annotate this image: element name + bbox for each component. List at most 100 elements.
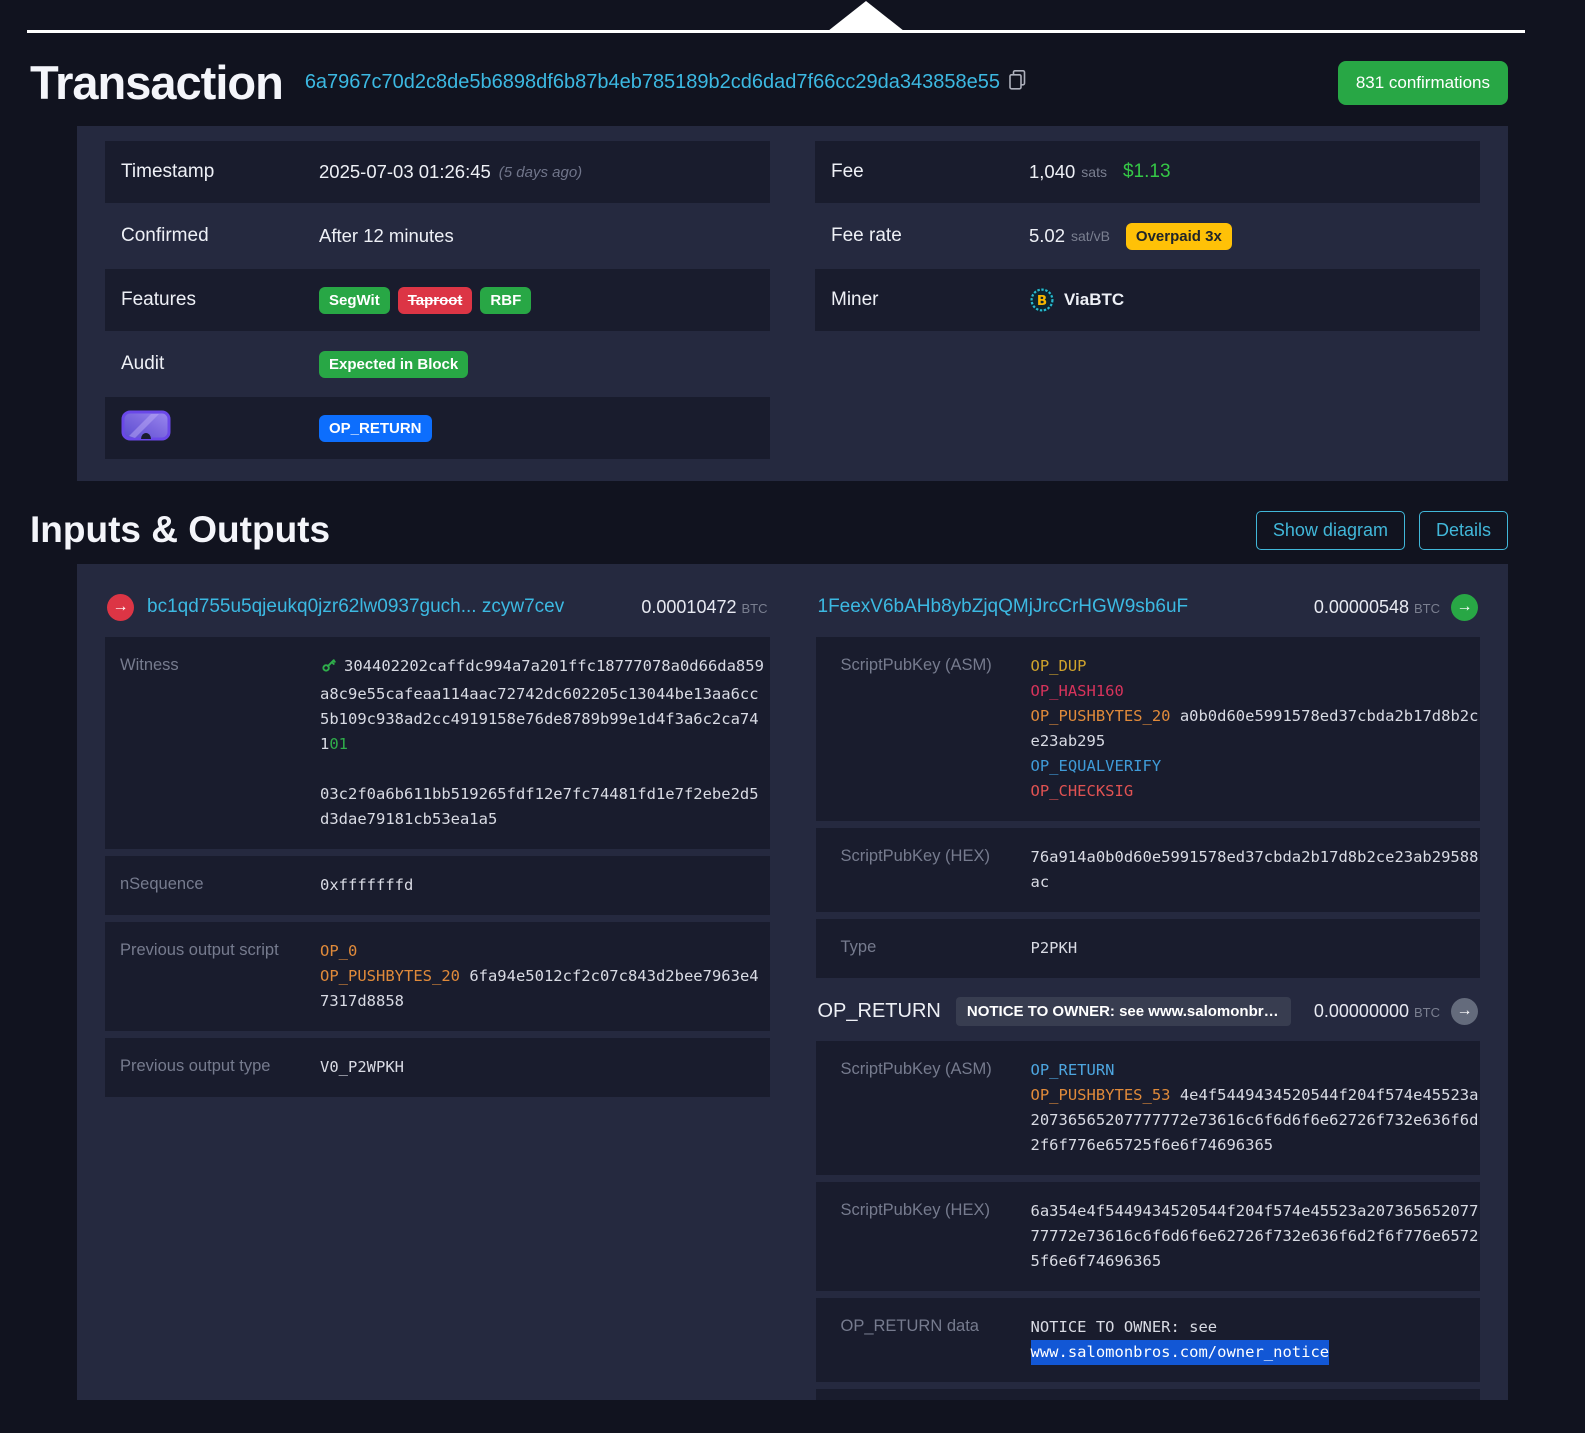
witness-label: Witness (105, 654, 320, 832)
output2-amount-unit: BTC (1414, 1005, 1440, 1020)
segwit-badge: SegWit (319, 287, 390, 314)
output2-amount: 0.00000000 (1314, 1001, 1409, 1021)
fee-rate-unit: sat/vB (1071, 228, 1110, 244)
input-arrow-icon[interactable]: → (107, 594, 134, 621)
op-return-notice-pill: NOTICE TO OWNER: see www.salomonbros.co.… (956, 997, 1291, 1026)
op-return-data-label: OP_RETURN data (816, 1315, 1031, 1365)
nsequence-row: nSequence 0xfffffffd (105, 856, 770, 915)
output2-asm-label: ScriptPubKey (ASM) (816, 1058, 1031, 1158)
output2-asm-value: OP_RETURNOP_PUSHBYTES_53 4e4f54494345205… (1031, 1058, 1486, 1158)
outputs-column: 1FeexV6bAHb8ybZjqQMjJrcCrHGW9sb6uF 0.000… (816, 584, 1481, 1400)
miner-row: Miner B ViaBTC (815, 269, 1480, 331)
output-row-2: OP_RETURN NOTICE TO OWNER: see www.salom… (818, 994, 1479, 1028)
audit-badge: Expected in Block (319, 351, 468, 378)
blocks-pointer (0, 0, 1585, 33)
output2-hex-row: ScriptPubKey (HEX) 6a354e4f5449434520544… (816, 1182, 1481, 1291)
fee-label: Fee (831, 161, 1029, 183)
op-return-badge: OP_RETURN (319, 415, 432, 442)
fee-rate-row: Fee rate 5.02 sat/vB Overpaid 3x (815, 205, 1480, 267)
nsequence-label: nSequence (105, 873, 320, 898)
op-return-data-row: OP_RETURN data NOTICE TO OWNER: see www.… (816, 1298, 1481, 1382)
confirmed-label: Confirmed (121, 225, 319, 247)
output1-type-label: Type (816, 936, 1031, 961)
fee-rate-label: Fee rate (831, 225, 1029, 247)
features-label: Features (121, 289, 319, 311)
output-address-link[interactable]: 1FeexV6bAHb8ybZjqQMjJrcCrHGW9sb6uF (818, 596, 1189, 618)
summary-table-left: Timestamp 2025-07-03 01:26:45 (5 days ag… (105, 141, 770, 461)
prev-output-script-row: Previous output script OP_0OP_PUSHBYTES_… (105, 922, 770, 1031)
key-icon (320, 656, 338, 682)
miner-label: Miner (831, 289, 1029, 311)
page-title: Transaction (30, 55, 283, 110)
op-return-title: OP_RETURN (818, 1000, 941, 1023)
input-amount: 0.00010472 (641, 597, 736, 617)
io-heading: Inputs & Outputs (30, 509, 330, 551)
overpaid-badge: Overpaid 3x (1126, 223, 1232, 250)
block-caret-icon (828, 1, 904, 31)
output1-arrow-icon[interactable]: → (1451, 594, 1478, 621)
prev-output-script-value: OP_0OP_PUSHBYTES_20 6fa94e5012cf2c07c843… (320, 939, 766, 1014)
details-button[interactable]: Details (1419, 511, 1508, 550)
output1-amount-unit: BTC (1414, 601, 1440, 616)
output2-arrow-icon[interactable]: → (1451, 998, 1478, 1025)
prev-output-type-row: Previous output type V0_P2WPKH (105, 1038, 770, 1097)
goggles-row: OP_RETURN (105, 397, 770, 459)
output1-asm-label: ScriptPubKey (ASM) (816, 654, 1031, 804)
output1-type-value: P2PKH (1031, 936, 1486, 961)
timestamp-value: 2025-07-03 01:26:45 (319, 161, 491, 183)
output1-asm-value: OP_DUPOP_HASH160OP_PUSHBYTES_20 a0b0d60e… (1031, 654, 1486, 804)
show-diagram-button[interactable]: Show diagram (1256, 511, 1405, 550)
timestamp-ago: (5 days ago) (499, 164, 582, 181)
copy-icon[interactable] (1009, 70, 1026, 95)
io-header: Inputs & Outputs Show diagram Details (30, 509, 1508, 551)
output1-hex-row: ScriptPubKey (HEX) 76a914a0b0d60e5991578… (816, 828, 1481, 912)
output2-type-row: Type OP_RETURN (816, 1389, 1481, 1400)
confirmations-badge[interactable]: 831 confirmations (1338, 61, 1508, 105)
output1-amount: 0.00000548 (1314, 597, 1409, 617)
output2-asm-row: ScriptPubKey (ASM) OP_RETURNOP_PUSHBYTES… (816, 1041, 1481, 1175)
inputs-column: → bc1qd755u5qjeukq0jzr62lw0937guch... zc… (105, 584, 770, 1104)
prev-output-script-label: Previous output script (105, 939, 320, 1014)
timestamp-row: Timestamp 2025-07-03 01:26:45 (5 days ag… (105, 141, 770, 203)
fee-unit: sats (1081, 164, 1107, 180)
witness-value: 304402202caffdc994a7a201ffc18777078a0d66… (320, 657, 764, 828)
svg-text:B: B (1037, 293, 1047, 309)
output1-hex-label: ScriptPubKey (HEX) (816, 845, 1031, 895)
fee-rate-value: 5.02 (1029, 225, 1065, 247)
fee-row: Fee 1,040 sats $1.13 (815, 141, 1480, 203)
output2-hex-label: ScriptPubKey (HEX) (816, 1199, 1031, 1274)
input-row: → bc1qd755u5qjeukq0jzr62lw0937guch... zc… (107, 590, 768, 624)
txid-link[interactable]: 6a7967c70d2c8de5b6898df6b87b4eb785189b2c… (305, 71, 1000, 94)
input-amount-unit: BTC (742, 601, 768, 616)
input-address-link[interactable]: bc1qd755u5qjeukq0jzr62lw0937guch... zcyw… (147, 596, 564, 618)
miner-link[interactable]: B ViaBTC (1029, 287, 1124, 313)
audit-row: Audit Expected in Block (105, 333, 770, 395)
prev-output-type-label: Previous output type (105, 1055, 320, 1080)
output1-hex-value: 76a914a0b0d60e5991578ed37cbda2b17d8b2ce2… (1031, 845, 1486, 895)
output2-hex-value: 6a354e4f5449434520544f204f574e45523a2073… (1031, 1199, 1486, 1274)
fee-value: 1,040 (1029, 161, 1075, 183)
taproot-badge: Taproot (398, 287, 473, 314)
fee-fiat: $1.13 (1123, 161, 1171, 183)
output1-type-row: Type P2PKH (816, 919, 1481, 978)
transaction-summary-panel: Timestamp 2025-07-03 01:26:45 (5 days ag… (77, 126, 1508, 481)
confirmed-row: Confirmed After 12 minutes (105, 205, 770, 267)
witness-row: Witness 304402202caffdc994a7a201ffc18777… (105, 637, 770, 849)
prev-output-type-value: V0_P2WPKH (320, 1055, 766, 1080)
viabtc-logo-icon: B (1029, 287, 1055, 313)
miner-name: ViaBTC (1064, 290, 1124, 310)
timestamp-label: Timestamp (121, 161, 319, 183)
summary-table-right: Fee 1,040 sats $1.13 Fee rate 5.02 sat/v… (815, 141, 1480, 461)
op-return-data-value: NOTICE TO OWNER: see www.salomonbros.com… (1031, 1315, 1486, 1365)
top-divider (27, 30, 1525, 33)
page-header: Transaction 6a7967c70d2c8de5b6898df6b87b… (30, 55, 1508, 110)
nsequence-value: 0xfffffffd (320, 873, 766, 898)
audit-label: Audit (121, 353, 319, 375)
rbf-badge: RBF (480, 287, 531, 314)
output-row-1: 1FeexV6bAHb8ybZjqQMjJrcCrHGW9sb6uF 0.000… (818, 590, 1479, 624)
features-row: Features SegWit Taproot RBF (105, 269, 770, 331)
goggles-preview-icon[interactable] (121, 410, 171, 441)
confirmed-value: After 12 minutes (319, 225, 454, 247)
output1-asm-row: ScriptPubKey (ASM) OP_DUPOP_HASH160OP_PU… (816, 637, 1481, 821)
io-panel: → bc1qd755u5qjeukq0jzr62lw0937guch... zc… (77, 564, 1508, 1400)
